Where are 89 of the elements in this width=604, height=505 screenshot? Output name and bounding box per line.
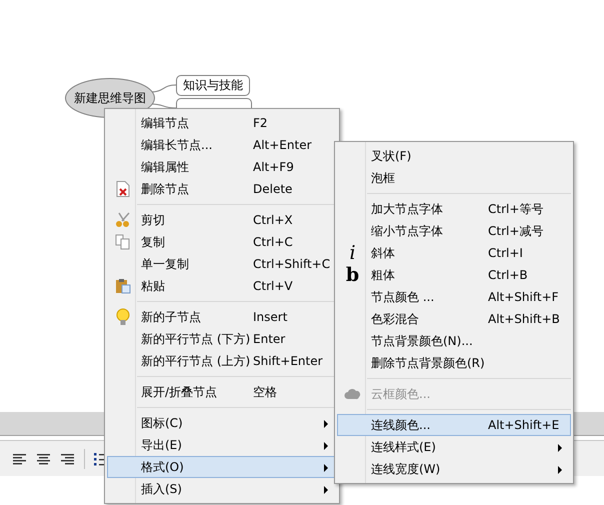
shortcut-text: Ctrl+V [253,279,293,293]
cloud-icon [344,387,362,401]
menu-item[interactable]: 节点颜色 ... Alt+Shift+F [337,286,571,308]
menu-item[interactable]: 新的平行节点 (下方) Enter [107,328,337,350]
menu-item-label: 删除节点背景颜色(R) [370,355,486,372]
menu-item-label: 编辑长节点... [140,137,214,154]
menu-item[interactable]: b 粗体 Ctrl+B [337,264,571,286]
shortcut-text: Enter [253,332,286,346]
shortcut-text: 空格 [253,385,277,399]
menu-item[interactable]: 新的平行节点 (上方) Shift+Enter [107,350,337,372]
scissors-icon [114,212,130,228]
align-left-icon[interactable] [12,452,28,466]
menu-item-label: 新的平行节点 (上方) [140,353,252,370]
menu-item-label: 云框颜色... [370,386,432,403]
shortcut-text: Ctrl+I [488,246,523,260]
shortcut-text: Ctrl+X [253,213,293,227]
menu-item[interactable]: 连线宽度(W) [337,458,571,480]
menu-item-label: 节点颜色 ... [370,289,436,306]
menu-item[interactable]: 连线颜色... Alt+Shift+E [337,414,571,436]
copy-icon [114,234,130,250]
shortcut-text: Alt+Enter [253,138,312,152]
menu-item-label: 新的平行节点 (下方) [140,331,252,348]
lightbulb-icon [116,308,130,326]
shortcut-text: Alt+Shift+F [488,290,559,304]
shortcut-text: Delete [253,182,292,196]
menu-item-label: 泡框 [370,170,396,187]
clipboard-icon [114,278,130,294]
menu-item-label: 连线宽度(W) [370,461,442,478]
bold-icon: b [346,266,360,284]
menu-item[interactable]: 新的子节点 Insert [107,306,337,328]
shortcut-text: Ctrl+Shift+C [253,257,330,271]
menu-item[interactable]: 节点背景颜色(N)... [337,330,571,352]
menu-item[interactable]: 编辑属性 Alt+F9 [107,156,337,178]
menu-item[interactable]: 加大节点字体 Ctrl+等号 [337,198,571,220]
menu-item[interactable]: 连线样式(E) [337,436,571,458]
shortcut-text: Insert [253,310,288,324]
menu-item-label: 斜体 [370,245,396,262]
menu-item[interactable]: 删除节点 Delete [107,178,337,200]
shortcut-text: Alt+F9 [253,160,294,174]
shortcut-text: Alt+Shift+E [488,418,560,432]
menu-item[interactable]: 图标(C) [107,412,337,434]
menu-item-label: 删除节点 [140,181,190,198]
shortcut-text: Alt+Shift+B [488,312,560,326]
menu-item[interactable]: 插入(S) [107,478,337,500]
menu-item-label: 编辑属性 [140,159,190,176]
menu-item-label: 连线颜色... [370,417,432,434]
shortcut-text: Ctrl+减号 [488,224,544,238]
align-right-icon[interactable] [60,452,76,466]
shortcut-text: Shift+Enter [253,354,323,368]
menu-item-label: 粗体 [370,267,396,284]
menu-item[interactable]: 编辑长节点... Alt+Enter [107,134,337,156]
menu-item-label: 图标(C) [140,415,184,432]
menu-item-label: 插入(S) [140,481,183,498]
menu-item-label: 复制 [140,234,166,251]
menu-item[interactable]: 叉状(F) [337,145,571,167]
menu-item[interactable]: 泡框 [337,167,571,189]
menu-item-label: 导出(E) [140,437,183,454]
shortcut-text: F2 [253,116,268,130]
shortcut-text: Ctrl+C [253,235,293,249]
menu-item[interactable]: 导出(E) [107,434,337,456]
menu-item[interactable]: 删除节点背景颜色(R) [337,352,571,374]
delete-document-icon [116,181,130,197]
menu-item-label: 节点背景颜色(N)... [370,333,474,350]
menu-item-label: 新的子节点 [140,309,202,326]
menu-item[interactable]: i 斜体 Ctrl+I [337,242,571,264]
align-center-icon[interactable] [36,452,52,466]
shortcut-text: Ctrl+等号 [488,202,544,216]
shortcut-text: Ctrl+B [488,268,528,282]
menu-item-label: 格式(O) [140,459,185,476]
italic-icon: i [349,244,356,262]
menu-item-label: 粘贴 [140,278,166,295]
menu-item-label: 连线样式(E) [370,439,437,456]
menu-item[interactable]: 缩小节点字体 Ctrl+减号 [337,220,571,242]
menu-item[interactable]: 复制 Ctrl+C [107,231,337,253]
menu-item-label: 单一复制 [140,256,190,273]
menu-item-label: 编辑节点 [140,115,190,132]
menu-item[interactable]: 剪切 Ctrl+X [107,209,337,231]
mindmap-child-node[interactable]: 知识与技能 [176,75,250,96]
menu-item[interactable]: 展开/折叠节点 空格 [107,381,337,403]
menu-item[interactable]: 粘贴 Ctrl+V [107,275,337,297]
menu-item[interactable]: 单一复制 Ctrl+Shift+C [107,253,337,275]
menu-item-label: 加大节点字体 [370,201,444,218]
menu-item[interactable]: 格式(O) [107,456,337,478]
menu-item-label: 叉状(F) [370,148,412,165]
menu-item-label: 缩小节点字体 [370,223,444,240]
menu-item-label: 色彩混合 [370,311,420,328]
menu-item-label: 展开/折叠节点 [140,384,218,401]
menu-item-label: 剪切 [140,212,166,229]
menu-item[interactable]: 色彩混合 Alt+Shift+B [337,308,571,330]
